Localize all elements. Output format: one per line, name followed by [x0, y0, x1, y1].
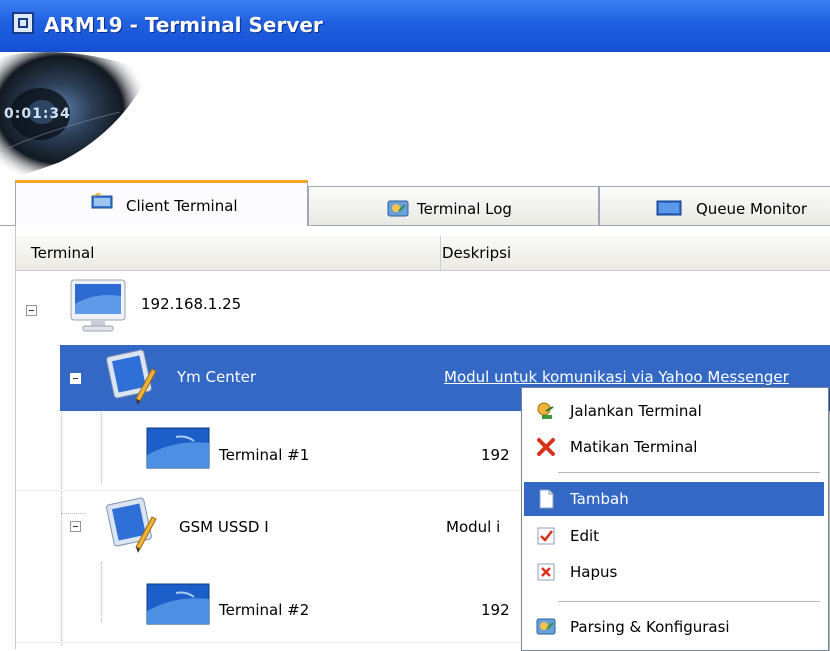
computer-icon	[70, 279, 126, 332]
session-timer: 0:01:34	[4, 106, 71, 122]
menu-item-label: Parsing & Konfigurasi	[570, 618, 730, 636]
tab-label: Queue Monitor	[696, 200, 808, 218]
menu-item-edit[interactable]: Edit	[524, 519, 824, 553]
tab-terminal-log[interactable]: Terminal Log	[308, 186, 599, 226]
terminal-description: 192	[481, 601, 510, 619]
tab-bar: Client Terminal Terminal Log Queue Monit…	[0, 180, 830, 226]
terminal-name: Ym Center	[177, 368, 257, 386]
menu-item-label: Tambah	[570, 490, 629, 508]
tab-queue-monitor[interactable]: Queue Monitor	[599, 186, 830, 226]
column-header-terminal[interactable]: Terminal	[31, 244, 94, 262]
table-row-selected[interactable]: Ym Center	[60, 345, 441, 411]
config-icon	[536, 618, 556, 635]
tab-label: Terminal Log	[417, 200, 512, 218]
terminal-icon	[146, 427, 210, 469]
menu-item-label: Jalankan Terminal	[570, 402, 702, 420]
collapse-toggle-icon[interactable]	[70, 373, 81, 384]
column-divider[interactable]	[440, 236, 441, 270]
terminal-description: Modul i	[446, 518, 501, 536]
add-page-icon	[539, 489, 554, 509]
stop-terminal-icon	[537, 438, 555, 456]
menu-separator	[558, 601, 820, 602]
terminal-name: Terminal #1	[219, 446, 310, 464]
column-header-deskripsi[interactable]: Deskripsi	[442, 244, 511, 262]
tab-client-terminal[interactable]: Client Terminal	[15, 180, 308, 226]
client-terminal-icon	[91, 193, 113, 209]
menu-item-jalankan-terminal[interactable]: Jalankan Terminal	[524, 394, 824, 428]
terminal-icon	[146, 583, 210, 625]
collapse-toggle-icon[interactable]	[26, 305, 37, 316]
terminal-name: GSM USSD I	[179, 518, 269, 536]
title-bar[interactable]: ARM19 - Terminal Server	[0, 0, 830, 52]
delete-icon	[537, 563, 555, 581]
menu-item-hapus[interactable]: Hapus	[524, 555, 824, 589]
menu-item-label: Matikan Terminal	[570, 438, 698, 456]
header-banner: 0:01:34	[0, 52, 830, 182]
menu-item-matikan-terminal[interactable]: Matikan Terminal	[524, 430, 824, 464]
module-icon	[106, 349, 157, 405]
edit-icon	[537, 527, 555, 545]
terminal-name: Terminal #2	[219, 601, 310, 619]
menu-item-label: Edit	[570, 527, 600, 545]
app-icon[interactable]	[12, 12, 34, 34]
menu-item-parsing-konfigurasi[interactable]: Parsing & Konfigurasi	[524, 610, 824, 644]
terminal-description: 192	[481, 446, 510, 464]
collapse-toggle-icon[interactable]	[70, 521, 81, 532]
module-icon	[106, 497, 157, 553]
menu-item-label: Hapus	[570, 563, 618, 581]
menu-separator	[558, 472, 820, 473]
terminal-name: 192.168.1.25	[141, 295, 242, 313]
table-row[interactable]: 192.168.1.25	[16, 272, 830, 336]
context-menu: Jalankan Terminal Matikan Terminal Tamba…	[521, 387, 829, 651]
queue-monitor-icon	[656, 200, 682, 216]
column-header-row: Terminal Deskripsi	[16, 236, 830, 271]
window-title: ARM19 - Terminal Server	[44, 13, 323, 37]
terminal-log-icon	[387, 200, 409, 217]
tab-label: Client Terminal	[126, 197, 238, 215]
terminal-description: Modul untuk komunikasi via Yahoo Messeng…	[444, 368, 789, 386]
menu-item-tambah[interactable]: Tambah	[524, 482, 824, 516]
run-terminal-icon	[537, 402, 554, 419]
